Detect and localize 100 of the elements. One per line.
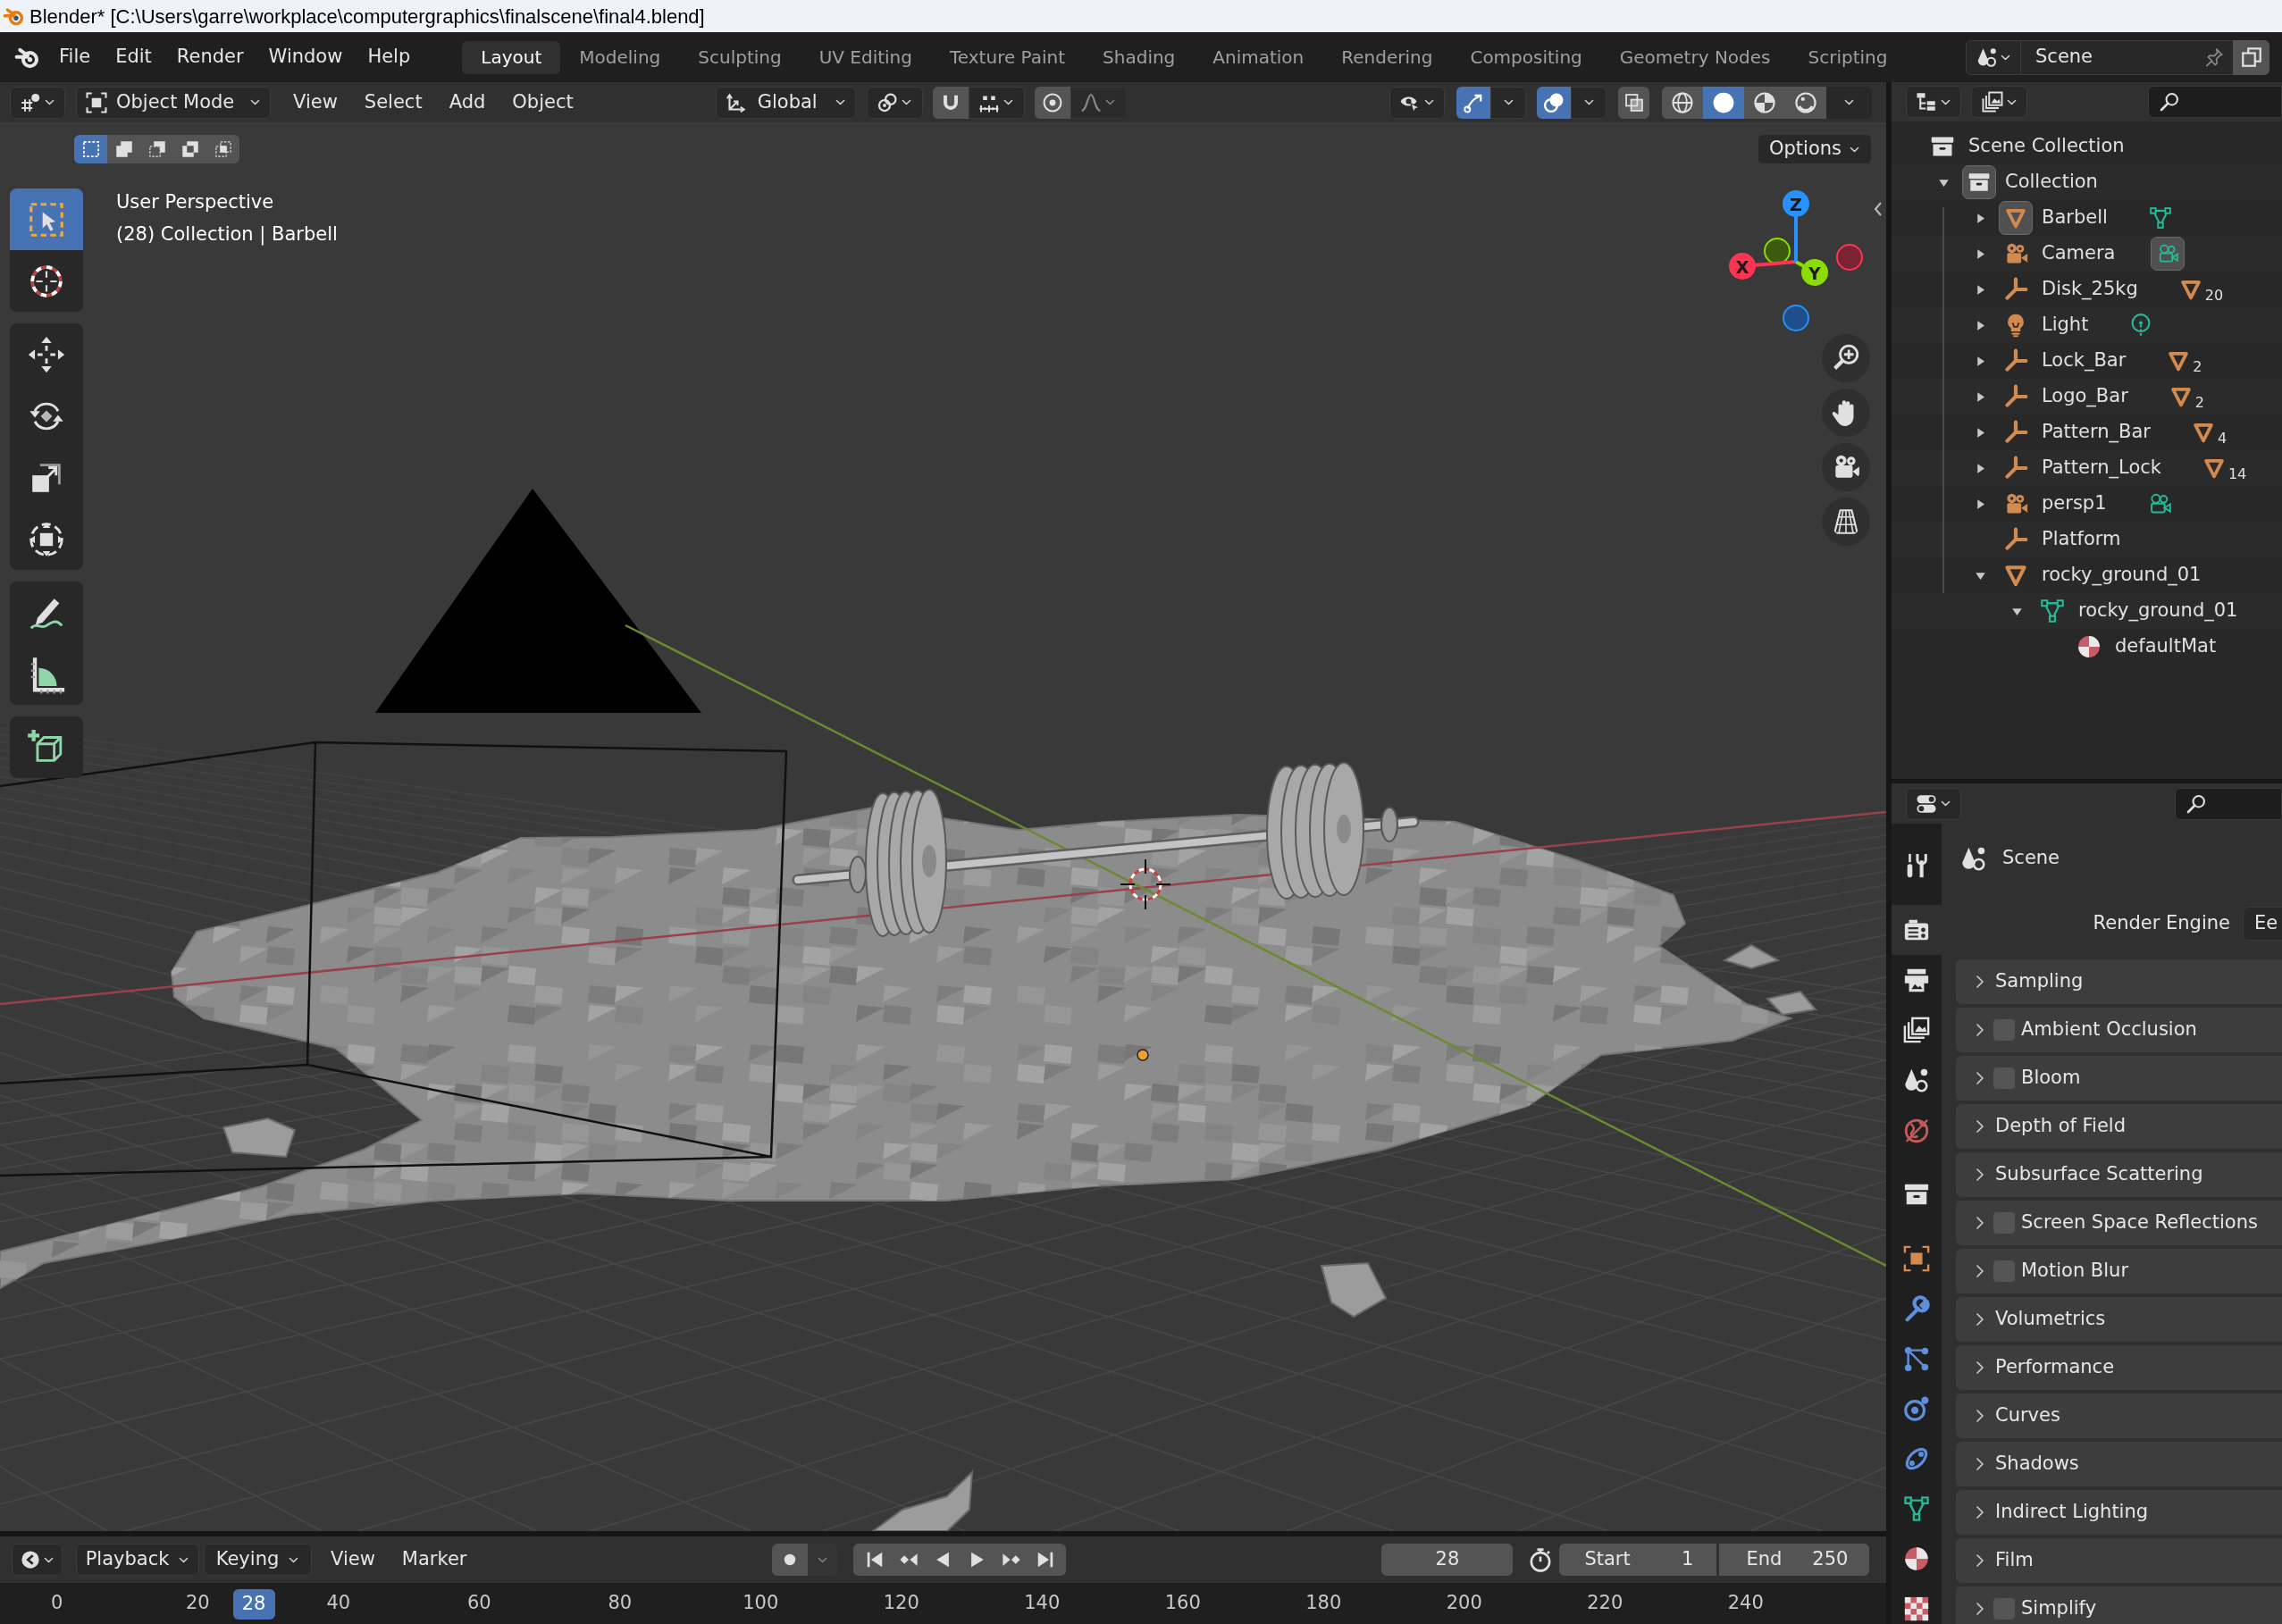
object-name[interactable]: Barbell: [2042, 204, 2108, 232]
workspace-tab[interactable]: Rendering: [1322, 40, 1452, 74]
chevron-icon[interactable]: [1975, 1360, 1985, 1375]
mode-dropdown[interactable]: Object Mode: [76, 86, 271, 119]
chevron-icon[interactable]: [1975, 1553, 1985, 1568]
tool-button[interactable]: [10, 508, 83, 570]
snap-toggle[interactable]: [932, 86, 969, 119]
object-name[interactable]: Pattern_Bar: [2042, 418, 2151, 447]
menu-item[interactable]: Marker: [388, 1544, 481, 1576]
panel-header[interactable]: Performance: [1956, 1345, 2282, 1390]
chevron-icon[interactable]: [1975, 1602, 1985, 1616]
chevron-left-icon[interactable]: [1874, 201, 1883, 217]
snap-target-dropdown[interactable]: [968, 86, 1025, 119]
panel-header[interactable]: Ambient Occlusion: [1956, 1008, 2282, 1052]
disclosure-triangle-icon[interactable]: [1975, 247, 1986, 260]
panel-header[interactable]: Shadows: [1956, 1442, 2282, 1486]
workspace-tab[interactable]: Compositing: [1451, 40, 1601, 74]
selection-mode-button[interactable]: [206, 135, 239, 163]
xray-toggle[interactable]: [1618, 86, 1649, 119]
current-frame-indicator[interactable]: 28: [232, 1589, 275, 1620]
object-name[interactable]: Light: [2042, 311, 2089, 339]
panel-header[interactable]: Film: [1956, 1538, 2282, 1583]
workspace-tab[interactable]: Geometry Nodes: [1600, 40, 1790, 74]
editor-type-dropdown[interactable]: [10, 86, 65, 119]
chevron-icon[interactable]: [1975, 975, 1985, 989]
display-mode-dropdown[interactable]: [1906, 86, 1961, 118]
chevron-icon[interactable]: [1975, 1409, 1985, 1423]
panel-header[interactable]: Indirect Lighting: [1956, 1490, 2282, 1535]
menu-item[interactable]: View: [317, 1544, 389, 1576]
chevron-icon[interactable]: [1975, 1071, 1985, 1085]
axis-dot-icon[interactable]: [1836, 244, 1863, 271]
tool-button[interactable]: [10, 582, 83, 643]
scene-name-field[interactable]: Scene: [2021, 39, 2233, 75]
chevron-icon[interactable]: [1975, 1457, 1985, 1471]
workspace-tab[interactable]: Texture Paint: [931, 40, 1085, 74]
collection-name[interactable]: Collection: [2005, 168, 2098, 197]
workspace-tab[interactable]: Modeling: [560, 40, 680, 74]
workspace-tab[interactable]: UV Editing: [800, 40, 931, 74]
disclosure-triangle-icon[interactable]: [1975, 212, 1986, 224]
filter-dropdown[interactable]: [1971, 86, 2027, 118]
tool-button[interactable]: [10, 643, 83, 705]
object-name[interactable]: Disk_25kg: [2042, 275, 2138, 304]
chevron-icon[interactable]: [1975, 1312, 1985, 1327]
disclosure-triangle-icon[interactable]: [1975, 283, 1986, 296]
chevron-icon[interactable]: [1975, 1505, 1985, 1519]
object-name[interactable]: Camera: [2042, 239, 2116, 268]
end-frame-field[interactable]: End 250: [1719, 1544, 1870, 1576]
panel-header[interactable]: Depth of Field: [1956, 1104, 2282, 1149]
menu-item[interactable]: View: [280, 86, 351, 119]
shading-mode-button[interactable]: [1744, 86, 1785, 119]
panel-header[interactable]: Volumetrics: [1956, 1297, 2282, 1342]
disclosure-triangle-icon[interactable]: [1975, 498, 1986, 510]
search-field[interactable]: [2148, 86, 2282, 118]
axis-dot-icon[interactable]: [1764, 238, 1791, 264]
disclosure-triangle-icon[interactable]: [1975, 426, 1986, 439]
overlay-toggle[interactable]: [1537, 86, 1571, 119]
tool-button[interactable]: [10, 716, 83, 778]
panel-header[interactable]: Curves: [1956, 1394, 2282, 1438]
axis-dot-icon[interactable]: [1783, 305, 1809, 331]
options-dropdown[interactable]: Options: [1758, 134, 1872, 164]
menu-item[interactable]: Select: [350, 86, 436, 119]
panel-header[interactable]: Motion Blur: [1956, 1249, 2282, 1293]
selection-mode-button[interactable]: [107, 135, 140, 163]
object-name[interactable]: rocky_ground_01: [2042, 561, 2202, 590]
menu-item[interactable]: Edit: [103, 40, 164, 74]
shading-mode-button[interactable]: [1662, 86, 1703, 119]
shading-mode-button[interactable]: [1703, 86, 1744, 119]
proportional-editing-toggle[interactable]: [1034, 86, 1070, 119]
editor-type-dropdown[interactable]: [1906, 787, 1961, 820]
chevron-icon[interactable]: [1975, 1216, 1985, 1230]
mesh-data-name[interactable]: rocky_ground_01: [2078, 597, 2238, 625]
chevron-icon[interactable]: [1975, 1168, 1985, 1182]
gizmo-toggle[interactable]: [1456, 86, 1490, 119]
panel-header[interactable]: Subsurface Scattering: [1956, 1152, 2282, 1197]
workspace-tab[interactable]: Scripting: [1789, 40, 1907, 74]
material-name[interactable]: defaultMat: [2115, 632, 2217, 661]
start-frame-field[interactable]: Start 1: [1559, 1544, 1717, 1576]
selection-mode-button[interactable]: [74, 135, 107, 163]
workspace-tab[interactable]: Sculpting: [679, 40, 801, 74]
disclosure-triangle-icon[interactable]: [1975, 355, 1986, 367]
disclosure-triangle-icon[interactable]: [1975, 462, 1986, 474]
tool-button[interactable]: [10, 250, 83, 312]
movie-camera-icon[interactable]: [1822, 443, 1870, 491]
disclosure-triangle-icon[interactable]: [1975, 390, 1986, 403]
scene-dropdown[interactable]: [1966, 39, 2021, 75]
new-scene-button[interactable]: [2233, 39, 2269, 75]
properties-tab[interactable]: [1892, 905, 1942, 955]
current-frame-field[interactable]: 28: [1381, 1544, 1514, 1576]
menu-item[interactable]: Render: [164, 40, 256, 74]
menu-item[interactable]: Add: [435, 86, 499, 119]
axis-handle[interactable]: X: [1729, 253, 1797, 280]
shading-mode-button[interactable]: [1785, 86, 1826, 119]
movie-camera-icon[interactable]: [2151, 237, 2186, 271]
pin-icon[interactable]: [2204, 47, 2224, 67]
chevron-icon[interactable]: [1975, 1023, 1985, 1037]
tool-button[interactable]: [10, 323, 83, 385]
panel-header[interactable]: Sampling: [1956, 959, 2282, 1004]
collection-name[interactable]: Scene Collection: [1968, 132, 2125, 161]
menu-item[interactable]: File: [46, 40, 104, 74]
menu-item[interactable]: Window: [256, 40, 356, 74]
